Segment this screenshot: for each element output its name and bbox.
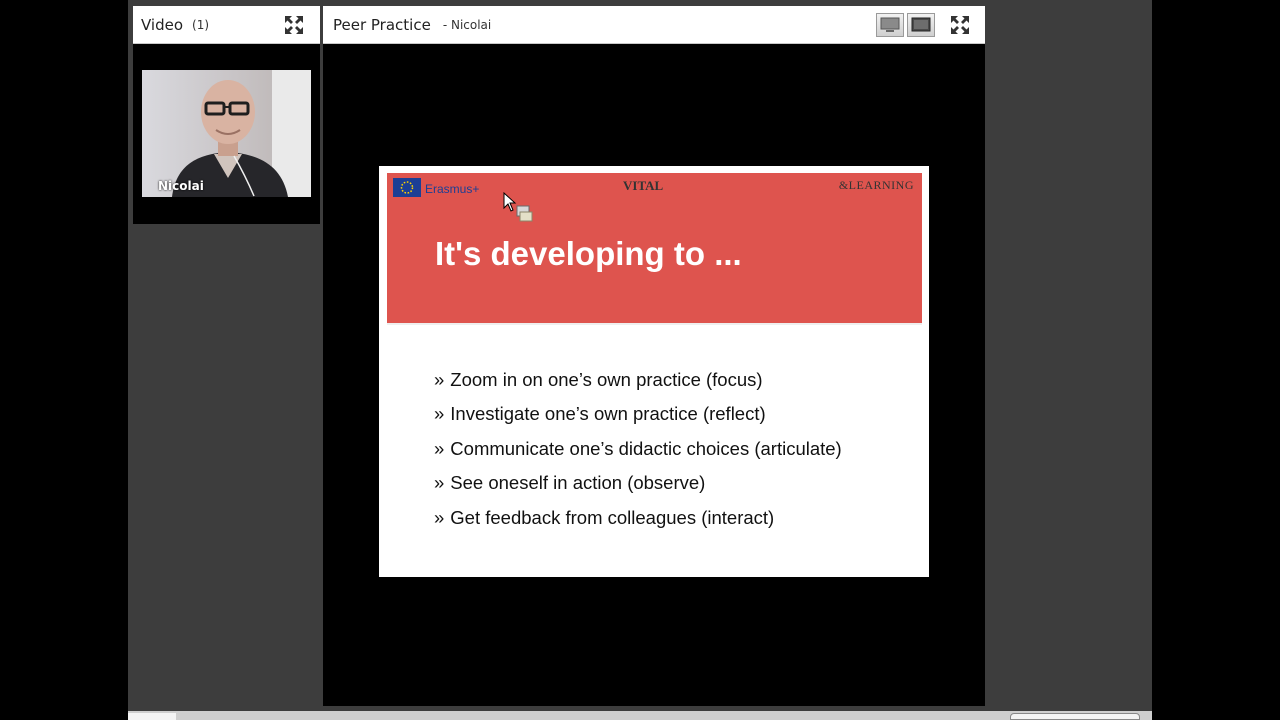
bullet-mark: » bbox=[434, 437, 445, 459]
pointer-cursor-icon bbox=[503, 191, 537, 226]
video-pod: Video (1) Nicolai bbox=[133, 6, 320, 224]
list-item: » Zoom in on one’s own practice (focus) bbox=[434, 363, 842, 397]
bullet-mark: » bbox=[434, 403, 445, 425]
fullscreen-icon[interactable] bbox=[284, 15, 304, 35]
fit-view-button[interactable] bbox=[907, 13, 935, 37]
share-pod-header: Peer Practice - Nicolai bbox=[323, 6, 985, 44]
participant-video[interactable] bbox=[142, 70, 311, 197]
bullet-mark: » bbox=[434, 369, 445, 390]
video-participant-count: (1) bbox=[192, 17, 210, 32]
list-item: » See oneself in action (observe) bbox=[434, 466, 842, 500]
bullet-mark: » bbox=[434, 506, 445, 528]
participant-name-label: Nicolai bbox=[158, 179, 204, 193]
bottom-bar bbox=[128, 711, 1152, 720]
slide-bullet-list: » Zoom in on one’s own practice (focus) »… bbox=[434, 363, 842, 535]
presentation-slide: Erasmus+ VITAL &LEARNING It's developing… bbox=[379, 166, 929, 577]
learning-logo: &LEARNING bbox=[838, 178, 914, 192]
video-pod-header: Video (1) bbox=[133, 6, 320, 44]
bullet-mark: » bbox=[434, 472, 445, 494]
list-item: » Communicate one’s didactic choices (art… bbox=[434, 432, 842, 466]
bullet-text: Zoom in on one’s own practice (focus) bbox=[450, 369, 763, 390]
list-item: » Investigate one’s own practice (reflect… bbox=[434, 397, 842, 431]
list-item: » Get feedback from colleagues (interact) bbox=[434, 501, 842, 535]
bottom-tab[interactable] bbox=[1010, 713, 1140, 720]
video-pod-title: Video bbox=[141, 15, 184, 34]
eu-flag-icon bbox=[393, 178, 421, 197]
share-pod-title: Peer Practice bbox=[333, 15, 431, 34]
slide-banner: Erasmus+ VITAL &LEARNING It's developing… bbox=[387, 173, 922, 325]
fullscreen-icon[interactable] bbox=[950, 15, 970, 35]
fit-view-icon bbox=[911, 17, 931, 32]
desktop-view-button[interactable] bbox=[876, 13, 904, 37]
vital-logo: VITAL bbox=[623, 178, 664, 193]
presenter-label: - Nicolai bbox=[442, 17, 492, 32]
erasmus-logo: Erasmus+ bbox=[425, 182, 480, 196]
bullet-text: Get feedback from colleagues (interact) bbox=[450, 506, 775, 528]
bullet-text: Investigate one’s own practice (reflect) bbox=[450, 403, 766, 425]
desktop-view-icon bbox=[880, 17, 900, 32]
bullet-text: Communicate one’s didactic choices (arti… bbox=[450, 437, 842, 459]
slide-title: It's developing to ... bbox=[435, 235, 742, 272]
bottom-tab[interactable] bbox=[128, 713, 176, 720]
bullet-text: See oneself in action (observe) bbox=[450, 472, 706, 494]
